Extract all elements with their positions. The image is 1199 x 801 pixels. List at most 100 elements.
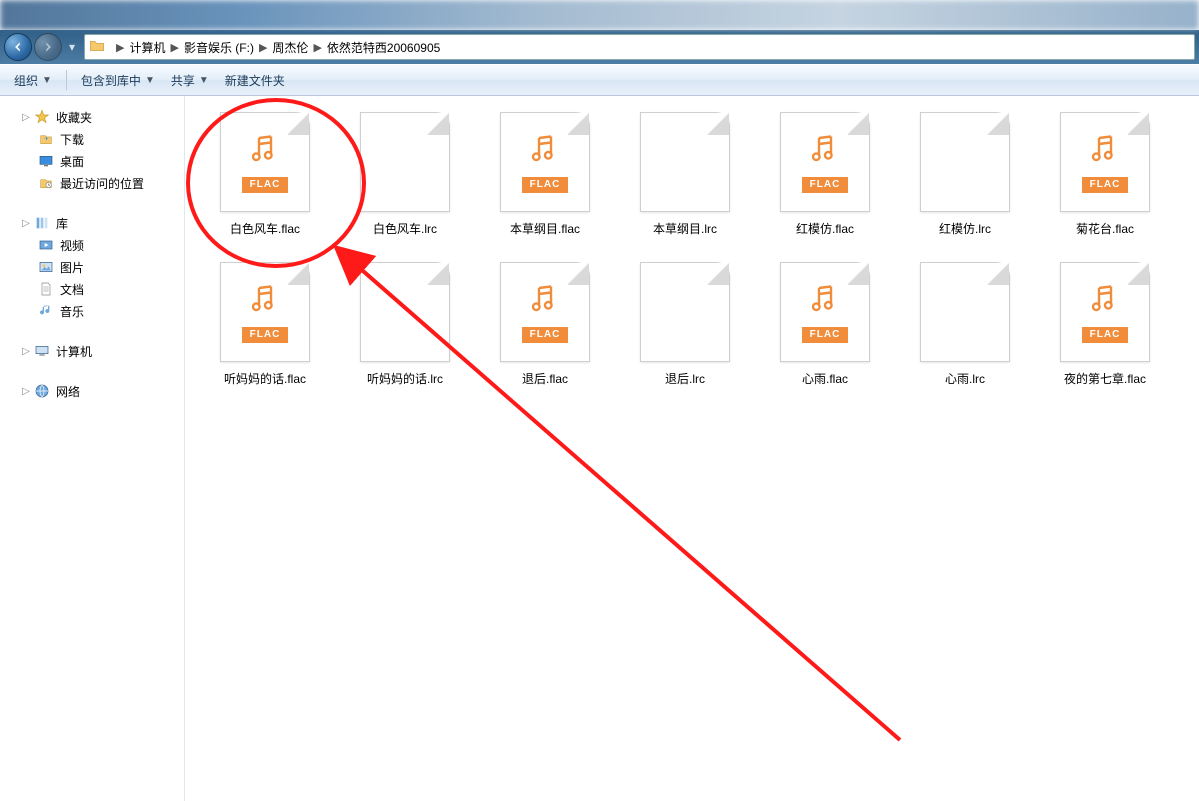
flac-badge: FLAC (1082, 327, 1128, 343)
breadcrumb-item[interactable]: 依然范特西20060905 (327, 39, 440, 56)
sidebar-item-videos[interactable]: 视频 (6, 234, 184, 256)
file-name: 白色风车.lrc (373, 220, 437, 237)
sidebar-item-music[interactable]: 音乐 (6, 300, 184, 322)
file-list-pane[interactable]: FLAC白色风车.flacFLAC白色风车.lrcFLAC本草纲目.flacFL… (185, 96, 1199, 801)
flac-file-icon: FLAC (1060, 262, 1150, 362)
file-item[interactable]: FLAC 红模仿.flac (755, 106, 895, 256)
file-icon: FLAC (360, 262, 450, 362)
file-item[interactable]: FLAC听妈妈的话.flac (195, 256, 335, 406)
breadcrumb-item[interactable]: 周杰伦 (272, 39, 308, 56)
command-toolbar: 组织▼ 包含到库中▼ 共享▼ 新建文件夹 (0, 64, 1199, 96)
video-icon (38, 237, 54, 253)
file-item[interactable]: FLAC 心雨.flac (755, 256, 895, 406)
navigation-bar: ▾ ▶ 计算机 ▶ 影音娱乐 (F:) ▶ 周杰伦 ▶ 依然范特西2006090… (0, 30, 1199, 64)
flac-badge: FLAC (522, 177, 568, 193)
sidebar-libraries[interactable]: ▷ 库 (6, 212, 184, 234)
titlebar-blur (0, 0, 1199, 30)
file-grid: FLAC白色风车.flacFLAC白色风车.lrcFLAC本草纲目.flacFL… (195, 106, 1199, 406)
recent-icon (38, 175, 54, 191)
breadcrumb-item[interactable]: 影音娱乐 (F:) (184, 39, 254, 56)
sidebar-label: 下载 (60, 131, 84, 148)
explorer-body: ▷ 收藏夹 下载 桌面 最近访问的位置 ▷ 库 视频 图片 (0, 96, 1199, 801)
include-in-library-button[interactable]: 包含到库中▼ (73, 68, 163, 92)
file-item[interactable]: FLAC 听妈妈的话.lrc (335, 256, 475, 406)
expander-icon: ▷ (20, 346, 32, 357)
file-item[interactable]: FLAC 心雨.lrc (895, 256, 1035, 406)
forward-button[interactable] (34, 33, 62, 61)
file-item[interactable]: FLAC 白色风车.flac (195, 106, 335, 256)
star-icon (34, 109, 50, 125)
file-name: 心雨.lrc (945, 370, 985, 387)
sidebar-item-downloads[interactable]: 下载 (6, 128, 184, 150)
sidebar-label: 音乐 (60, 303, 84, 320)
desktop-icon (38, 153, 54, 169)
file-name: 红模仿.flac (796, 220, 854, 237)
music-note-icon (247, 132, 283, 171)
flac-file-icon: FLAC (780, 112, 870, 212)
music-note-icon (1087, 282, 1123, 321)
sidebar-network[interactable]: ▷ 网络 (6, 380, 184, 402)
sidebar-label: 最近访问的位置 (60, 175, 144, 192)
history-dropdown[interactable]: ▾ (64, 33, 80, 61)
sidebar-item-pictures[interactable]: 图片 (6, 256, 184, 278)
flac-badge: FLAC (1082, 177, 1128, 193)
expander-icon: ▷ (20, 218, 32, 229)
flac-badge: FLAC (242, 177, 288, 193)
sidebar-item-desktop[interactable]: 桌面 (6, 150, 184, 172)
file-item[interactable]: FLAC退后.lrc (615, 256, 755, 406)
flac-badge: FLAC (802, 177, 848, 193)
music-note-icon (247, 282, 283, 321)
folder-icon (89, 38, 107, 56)
picture-icon (38, 259, 54, 275)
organize-button[interactable]: 组织▼ (6, 68, 60, 92)
file-name: 本草纲目.flac (510, 220, 580, 237)
file-icon: FLAC (920, 112, 1010, 212)
file-name: 白色风车.flac (230, 220, 300, 237)
file-name: 退后.flac (522, 370, 568, 387)
file-icon: FLAC (920, 262, 1010, 362)
sidebar-label: 视频 (60, 237, 84, 254)
file-item[interactable]: FLAC 退后.flac (475, 256, 615, 406)
computer-icon (34, 343, 50, 359)
new-folder-button[interactable]: 新建文件夹 (217, 68, 293, 92)
file-item[interactable]: FLAC 夜的第七章.flac (1035, 256, 1175, 406)
file-item[interactable]: FLAC 本草纲目.flac (475, 106, 615, 256)
chevron-right-icon: ▶ (116, 41, 124, 54)
file-name: 退后.lrc (665, 370, 705, 387)
file-name: 听妈妈的话.lrc (367, 370, 443, 387)
sidebar-label: 桌面 (60, 153, 84, 170)
sidebar-label: 库 (56, 215, 68, 232)
file-item[interactable]: FLAC 菊花台.flac (1035, 106, 1175, 256)
file-item[interactable]: FLAC本草纲目.lrc (615, 106, 755, 256)
sidebar-label: 计算机 (56, 343, 92, 360)
chevron-right-icon: ▶ (313, 41, 321, 54)
sidebar-label: 图片 (60, 259, 84, 276)
sidebar-label: 收藏夹 (56, 109, 92, 126)
flac-file-icon: FLAC (1060, 112, 1150, 212)
file-item[interactable]: FLAC红模仿.lrc (895, 106, 1035, 256)
file-name: 菊花台.flac (1076, 220, 1134, 237)
flac-badge: FLAC (522, 327, 568, 343)
file-name: 夜的第七章.flac (1064, 370, 1146, 387)
address-bar[interactable]: ▶ 计算机 ▶ 影音娱乐 (F:) ▶ 周杰伦 ▶ 依然范特西20060905 (84, 34, 1195, 60)
music-icon (38, 303, 54, 319)
file-name: 心雨.flac (802, 370, 848, 387)
sidebar-favorites[interactable]: ▷ 收藏夹 (6, 106, 184, 128)
network-icon (34, 383, 50, 399)
sidebar-label: 文档 (60, 281, 84, 298)
sidebar-computer[interactable]: ▷ 计算机 (6, 340, 184, 362)
sidebar-label: 网络 (56, 383, 80, 400)
expander-icon: ▷ (20, 112, 32, 123)
breadcrumb-item[interactable]: 计算机 (129, 39, 165, 56)
file-item[interactable]: FLAC白色风车.lrc (335, 106, 475, 256)
share-button[interactable]: 共享▼ (163, 68, 217, 92)
file-name: 本草纲目.lrc (653, 220, 717, 237)
music-note-icon (807, 282, 843, 321)
sidebar-item-documents[interactable]: 文档 (6, 278, 184, 300)
back-button[interactable] (4, 33, 32, 61)
chevron-right-icon: ▶ (259, 41, 267, 54)
download-icon (38, 131, 54, 147)
document-icon (38, 281, 54, 297)
flac-badge: FLAC (802, 327, 848, 343)
sidebar-item-recent[interactable]: 最近访问的位置 (6, 172, 184, 194)
